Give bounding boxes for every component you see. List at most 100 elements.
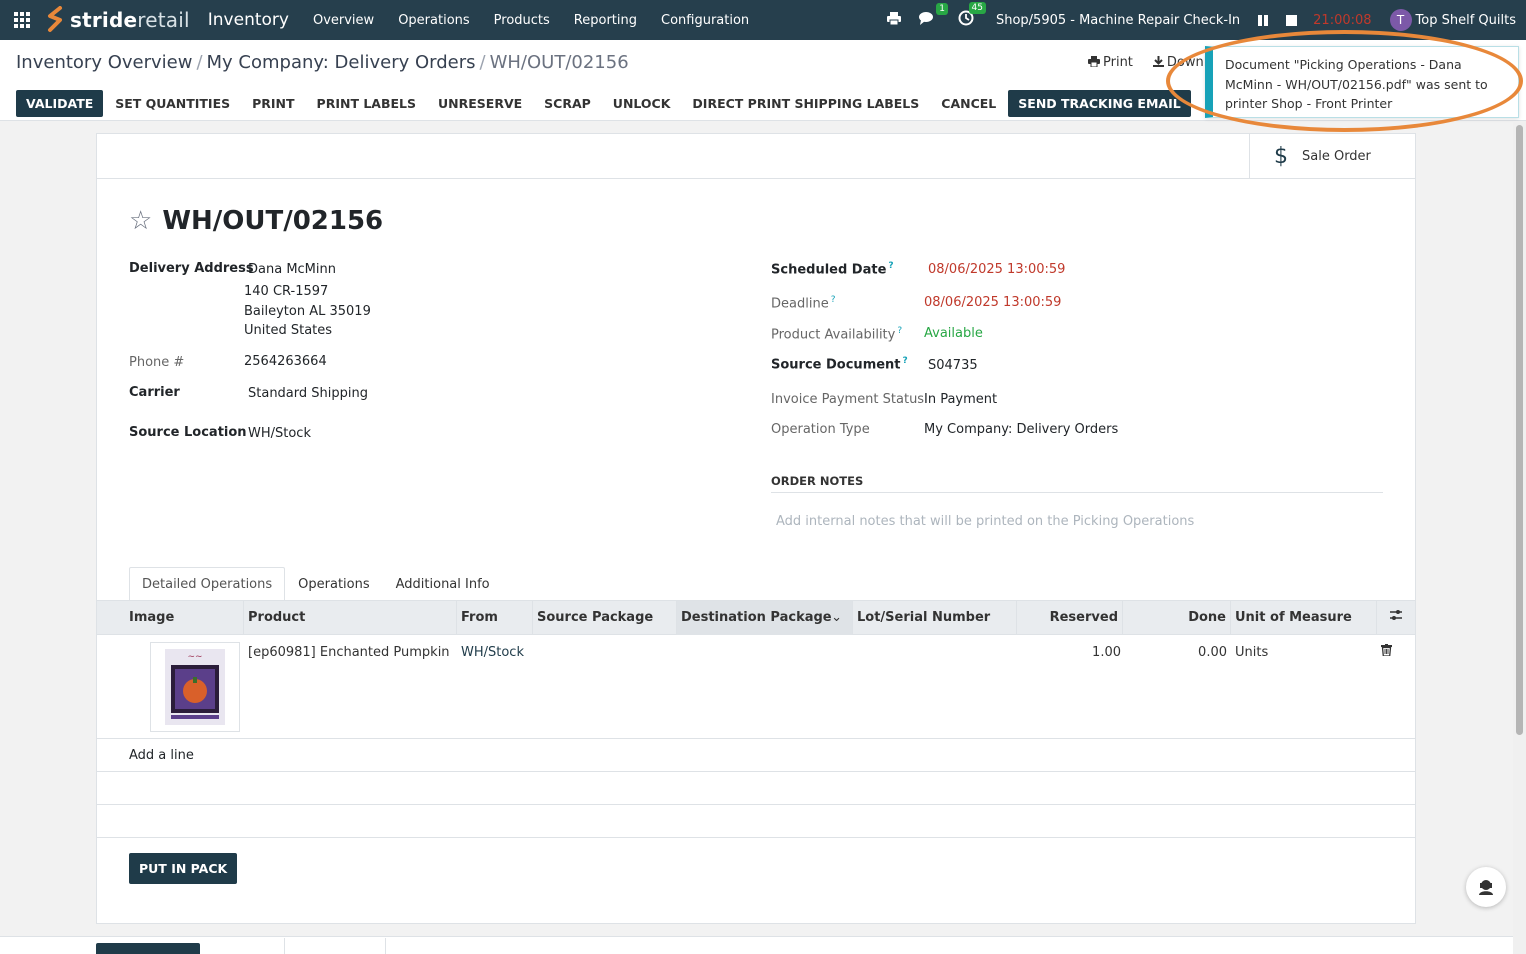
breadcrumb-parent[interactable]: My Company: Delivery Orders xyxy=(207,52,476,73)
invoice-payment-status-value: In Payment xyxy=(924,392,998,407)
help-tooltip-icon[interactable]: ? xyxy=(831,295,836,305)
column-lot-serial[interactable]: Lot/Serial Number xyxy=(853,601,1017,635)
apps-menu-icon[interactable] xyxy=(0,0,44,40)
column-source-package[interactable]: Source Package xyxy=(533,601,677,635)
nav-reporting[interactable]: Reporting xyxy=(574,13,637,28)
sale-order-smart-button[interactable]: $ Sale Order xyxy=(1249,134,1415,178)
scheduled-date-field[interactable]: 08/06/2025 13:00:59 xyxy=(928,260,1065,280)
shop-indicator[interactable]: Shop/5905 - Machine Repair Check-In xyxy=(996,13,1240,28)
set-quantities-button[interactable]: SET QUANTITIES xyxy=(105,90,240,117)
activity-clock-icon[interactable]: 45 xyxy=(958,2,986,30)
deadline-label-text: Deadline xyxy=(771,296,829,312)
trash-icon[interactable] xyxy=(1381,644,1392,660)
nav-operations[interactable]: Operations xyxy=(398,13,469,28)
source-document-label: Source Document? xyxy=(771,356,908,372)
column-settings-icon[interactable] xyxy=(1377,601,1415,635)
app-name[interactable]: Inventory xyxy=(208,10,289,30)
empty-table-row xyxy=(97,805,1415,838)
cancel-button[interactable]: CANCEL xyxy=(931,90,1006,117)
column-reserved[interactable]: Reserved xyxy=(1017,601,1123,635)
from-cell[interactable]: WH/Stock xyxy=(461,645,524,660)
column-unit-of-measure[interactable]: Unit of Measure xyxy=(1231,601,1377,635)
source-document-field[interactable]: S04735 xyxy=(928,356,978,376)
scrollbar-thumb[interactable] xyxy=(1516,125,1523,735)
print-labels-button[interactable]: PRINT LABELS xyxy=(307,90,426,117)
dollar-icon: $ xyxy=(1274,143,1288,169)
product-availability-value: Available xyxy=(924,326,983,341)
column-product[interactable]: Product xyxy=(244,601,457,635)
help-tooltip-icon[interactable]: ? xyxy=(903,356,908,366)
column-done[interactable]: Done xyxy=(1123,601,1231,635)
column-destination-package-label: Destination Package xyxy=(681,610,832,625)
svg-text:~~: ~~ xyxy=(187,652,202,662)
column-destination-package[interactable]: Destination Package ⌄ xyxy=(677,601,853,635)
activity-count-badge: 45 xyxy=(968,2,986,14)
print-notification-toast[interactable]: Document "Picking Operations - Dana McMi… xyxy=(1205,46,1519,118)
operations-table-header: Image Product From Source Package Destin… xyxy=(97,600,1415,635)
order-notes-input[interactable]: Add internal notes that will be printed … xyxy=(776,514,1194,529)
support-chat-icon[interactable] xyxy=(1466,867,1506,907)
brand-logo[interactable]: strideretail xyxy=(44,0,190,40)
nav-overview[interactable]: Overview xyxy=(313,13,374,28)
print-menu-button[interactable]: Print xyxy=(1088,55,1133,70)
product-image: ~~ xyxy=(150,642,240,732)
page-scrollbar[interactable] xyxy=(1513,121,1526,954)
column-from[interactable]: From xyxy=(457,601,533,635)
record-title: WH/OUT/02156 xyxy=(162,206,384,236)
chat-count-badge: 1 xyxy=(936,2,948,15)
product-cell[interactable]: [ep60981] Enchanted Pumpkin xyxy=(248,645,450,660)
user-avatar[interactable]: T xyxy=(1389,9,1412,31)
product-availability-label-text: Product Availability xyxy=(771,327,896,343)
unlock-button[interactable]: UNLOCK xyxy=(603,90,681,117)
tab-operations[interactable]: Operations xyxy=(285,567,382,601)
validate-button[interactable]: VALIDATE xyxy=(16,90,104,117)
breadcrumb-current: WH/OUT/02156 xyxy=(489,52,629,73)
print-icon xyxy=(1088,56,1100,68)
carrier-field[interactable]: Standard Shipping xyxy=(248,384,368,404)
help-tooltip-icon[interactable]: ? xyxy=(897,326,902,336)
tab-additional-info[interactable]: Additional Info xyxy=(383,567,503,601)
column-image[interactable]: Image xyxy=(97,601,244,635)
tab-detailed-operations[interactable]: Detailed Operations xyxy=(129,567,286,601)
stride-logo-icon xyxy=(48,6,62,32)
invoice-payment-status-label: Invoice Payment Status xyxy=(771,392,925,407)
send-tracking-email-button[interactable]: SEND TRACKING EMAIL xyxy=(1008,90,1191,117)
add-a-line-button[interactable]: Add a line xyxy=(129,748,194,763)
nav-configuration[interactable]: Configuration xyxy=(661,13,749,28)
operation-type-value: My Company: Delivery Orders xyxy=(924,422,1119,437)
help-tooltip-icon[interactable]: ? xyxy=(888,261,893,271)
download-icon xyxy=(1152,56,1164,67)
print-button[interactable]: PRINT xyxy=(242,90,304,117)
action-button-bar: VALIDATE SET QUANTITIES PRINT PRINT LABE… xyxy=(16,90,1191,117)
nav-products[interactable]: Products xyxy=(494,13,550,28)
chatter-divider xyxy=(284,938,285,954)
breadcrumb-separator: / xyxy=(196,52,203,73)
unreserve-button[interactable]: UNRESERVE xyxy=(428,90,532,117)
delivery-address-name[interactable]: Dana McMinn xyxy=(248,260,336,280)
scrap-button[interactable]: SCRAP xyxy=(534,90,601,117)
chatter-send-message-button[interactable] xyxy=(96,943,200,954)
scheduled-date-label: Scheduled Date? xyxy=(771,261,894,277)
deadline-label: Deadline? xyxy=(771,295,835,311)
brand-name-bold: stride xyxy=(70,8,138,32)
add-line-row: Add a line xyxy=(97,739,1415,772)
put-in-pack-button[interactable]: PUT IN PACK xyxy=(129,853,238,884)
stop-icon[interactable] xyxy=(1286,14,1298,26)
source-location-field[interactable]: WH/Stock xyxy=(248,424,311,444)
pause-icon[interactable] xyxy=(1258,14,1269,26)
reserved-cell: 1.00 xyxy=(1092,645,1121,660)
chevron-down-icon: ⌄ xyxy=(831,610,842,625)
table-row[interactable]: ~~ [ep60981] Enchanted Pumpkin WH/Stock … xyxy=(97,635,1415,739)
company-switcher[interactable]: Top Shelf Quilts xyxy=(1416,13,1516,28)
breadcrumb-separator: / xyxy=(479,52,486,73)
phone-label: Phone # xyxy=(129,355,185,370)
favorite-star-icon[interactable]: ☆ xyxy=(129,206,152,236)
chat-icon[interactable]: 1 xyxy=(918,2,948,30)
printer-icon[interactable] xyxy=(886,11,902,30)
print-menu-label: Print xyxy=(1103,55,1133,70)
direct-print-shipping-labels-button[interactable]: DIRECT PRINT SHIPPING LABELS xyxy=(682,90,929,117)
done-cell[interactable]: 0.00 xyxy=(1123,645,1227,660)
timer-display: 21:00:08 xyxy=(1313,12,1372,28)
breadcrumb-root[interactable]: Inventory Overview xyxy=(16,52,192,73)
uom-cell[interactable]: Units xyxy=(1235,645,1268,660)
